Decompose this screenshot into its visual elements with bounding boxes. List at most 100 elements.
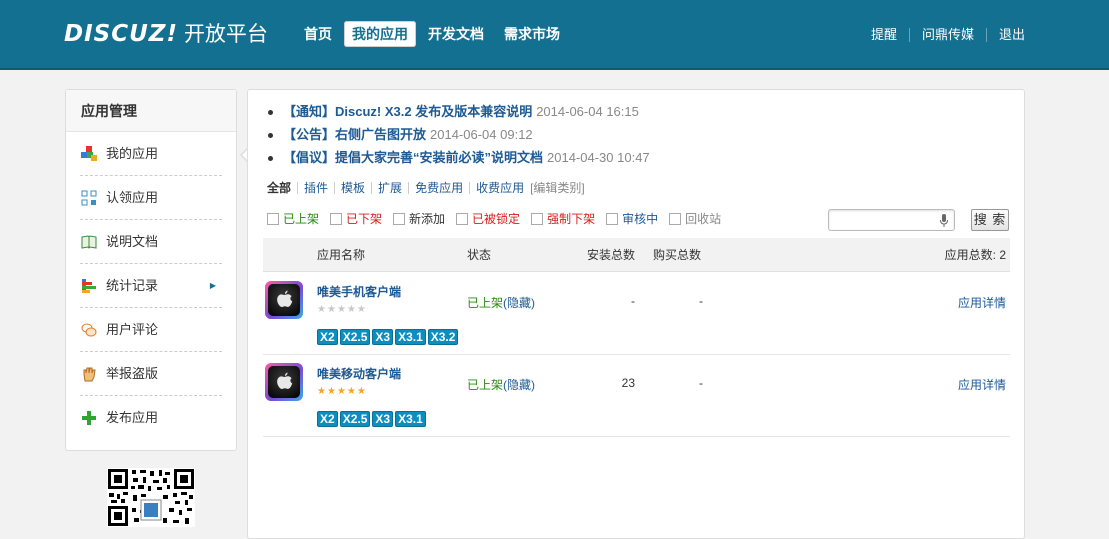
sidebar-item-label: 认领应用	[106, 190, 159, 205]
install-count: 23	[621, 376, 635, 390]
status-filter[interactable]: 强制下架	[531, 210, 595, 227]
notice-link[interactable]: 【公告】右侧广告图开放	[283, 127, 426, 142]
col-status: 状态	[467, 248, 492, 262]
comment-bubbles-icon	[81, 323, 97, 337]
notice-date: 2014-06-04 09:12	[430, 127, 533, 142]
status-checkbox[interactable]	[669, 212, 682, 225]
main-nav: 首页 我的应用 开发文档 需求市场	[296, 21, 568, 47]
status-text: 已上架	[467, 296, 504, 310]
app-name-link[interactable]: 唯美移动客户端	[317, 365, 401, 382]
version-badges: X2 X2.5 X3 X3.1	[317, 411, 426, 427]
status-checkbox[interactable]	[456, 212, 469, 225]
col-buy-total: 购买总数	[653, 248, 702, 262]
chevron-right-icon: ▶	[209, 281, 216, 290]
qr-code-icon[interactable]	[107, 468, 195, 527]
main-panel: 【通知】Discuz! X3.2 发布及版本兼容说明 2014-06-04 16:…	[247, 89, 1025, 539]
rating-star-icon: ★	[346, 304, 356, 315]
buy-count: -	[699, 294, 703, 308]
app-icon[interactable]	[265, 281, 303, 319]
filter-paid-apps[interactable]: 收费应用	[469, 182, 530, 194]
app-detail-link[interactable]: 应用详情	[958, 294, 1006, 311]
user-nav: 提醒 问鼎传媒 退出	[859, 28, 1025, 42]
category-filters: 全部 插件 模板 扩展 免费应用 收费应用 [编辑类别]	[267, 182, 585, 194]
nav-home[interactable]: 首页	[296, 21, 340, 47]
logout-link[interactable]: 退出	[985, 28, 1025, 42]
status-filters: 已上架 已下架 新添加 已被锁定 强制下架 审核中 回收站	[267, 210, 732, 227]
search-input[interactable]	[828, 209, 955, 231]
status-checkbox[interactable]	[267, 212, 279, 225]
app-status: 已上架(隐藏)	[467, 294, 535, 311]
version-badge: X3	[372, 329, 394, 345]
nav-my-apps[interactable]: 我的应用	[344, 21, 416, 47]
edit-categories-link[interactable]: [编辑类别]	[530, 182, 585, 194]
rating-star-icon: ★	[317, 304, 326, 315]
col-install-total: 安装总数	[586, 248, 635, 262]
rating-star-icon: ★	[336, 386, 346, 397]
filter-templates[interactable]: 模板	[334, 182, 371, 194]
status-checkbox[interactable]	[393, 212, 406, 225]
hidden-toggle[interactable]: (隐藏)	[503, 296, 535, 310]
app-status: 已上架(隐藏)	[467, 376, 535, 393]
filter-all[interactable]: 全部	[267, 182, 297, 194]
app-name-link[interactable]: 唯美手机客户端	[317, 283, 401, 300]
version-badge: X3.2	[427, 329, 459, 345]
app-total-count: 应用总数: 2	[944, 248, 1006, 262]
status-label: 已下架	[346, 212, 383, 226]
apple-logo-icon	[277, 372, 293, 389]
app-detail-link[interactable]: 应用详情	[958, 376, 1006, 393]
reminder-link[interactable]: 提醒	[859, 28, 909, 42]
sidebar-item-docs[interactable]: 说明文档	[80, 220, 222, 264]
status-checkbox[interactable]	[330, 212, 343, 225]
version-badge: X3	[372, 411, 394, 427]
username-link[interactable]: 问鼎传媒	[908, 28, 986, 42]
status-filter[interactable]: 回收站	[669, 210, 721, 227]
notice-item: 【倡议】提倡大家完善“安装前必读”说明文档 2014-04-30 10:47	[267, 146, 650, 169]
claim-grid-icon	[81, 190, 97, 206]
hidden-toggle[interactable]: (隐藏)	[503, 378, 535, 392]
rating-star-icon: ★	[326, 386, 336, 397]
sidebar-item-report-piracy[interactable]: 举报盗版	[80, 352, 222, 396]
col-app-name: 应用名称	[317, 248, 366, 262]
notice-link[interactable]: 【通知】Discuz! X3.2 发布及版本兼容说明	[283, 104, 532, 119]
table-row: 唯美移动客户端 ★ ★ ★ ★ ★ X2 X2.5 X3 X3.1 已上架(隐藏) 23- 应用详情	[263, 355, 1010, 437]
status-filter[interactable]: 审核中	[606, 210, 658, 227]
sidebar-item-comments[interactable]: 用户评论	[80, 308, 222, 352]
filter-plugins[interactable]: 插件	[297, 182, 334, 194]
status-filter[interactable]: 新添加	[393, 210, 445, 227]
nav-demand-market[interactable]: 需求市场	[496, 21, 568, 47]
sidebar-item-stats[interactable]: 统计记录 ▶	[80, 264, 222, 308]
status-checkbox[interactable]	[606, 212, 619, 225]
sidebar-title: 应用管理	[66, 90, 236, 132]
filter-extensions[interactable]: 扩展	[371, 182, 408, 194]
logo[interactable]: DISCUZ! 开放平台	[64, 18, 268, 48]
status-checkbox[interactable]	[531, 212, 544, 225]
sidebar-item-label: 发布应用	[106, 410, 159, 425]
sidebar-item-label: 说明文档	[106, 234, 159, 249]
rating-star-icon: ★	[336, 304, 346, 315]
rating-star-icon: ★	[356, 386, 366, 397]
notice-link[interactable]: 【倡议】提倡大家完善“安装前必读”说明文档	[283, 150, 543, 165]
nav-dev-docs[interactable]: 开发文档	[420, 21, 492, 47]
sidebar-item-label: 举报盗版	[106, 366, 159, 381]
install-count: -	[631, 294, 635, 308]
top-header: DISCUZ! 开放平台 首页 我的应用 开发文档 需求市场 提醒 问鼎传媒 退…	[0, 0, 1109, 70]
sidebar-item-my-apps[interactable]: 我的应用	[80, 132, 222, 176]
status-filter[interactable]: 已上架	[267, 210, 319, 227]
app-icon[interactable]	[265, 363, 303, 401]
notice-item: 【公告】右侧广告图开放 2014-06-04 09:12	[267, 123, 650, 146]
version-badge: X2	[317, 329, 338, 345]
rating-star-icon: ★	[326, 304, 336, 315]
status-filter[interactable]: 已下架	[330, 210, 382, 227]
rating-star-icon: ★	[356, 304, 366, 315]
sidebar-item-publish-app[interactable]: 发布应用	[80, 396, 222, 440]
rating-star-icon: ★	[346, 386, 356, 397]
notice-list: 【通知】Discuz! X3.2 发布及版本兼容说明 2014-06-04 16:…	[267, 100, 650, 169]
status-filter[interactable]: 已被锁定	[456, 210, 520, 227]
microphone-icon[interactable]	[940, 214, 948, 227]
search-button[interactable]: 搜 索	[971, 209, 1009, 231]
hand-icon	[83, 367, 96, 382]
app-blocks-icon	[81, 146, 97, 161]
status-label: 已上架	[283, 212, 320, 226]
sidebar-item-claim-apps[interactable]: 认领应用	[80, 176, 222, 220]
filter-free-apps[interactable]: 免费应用	[408, 182, 469, 194]
